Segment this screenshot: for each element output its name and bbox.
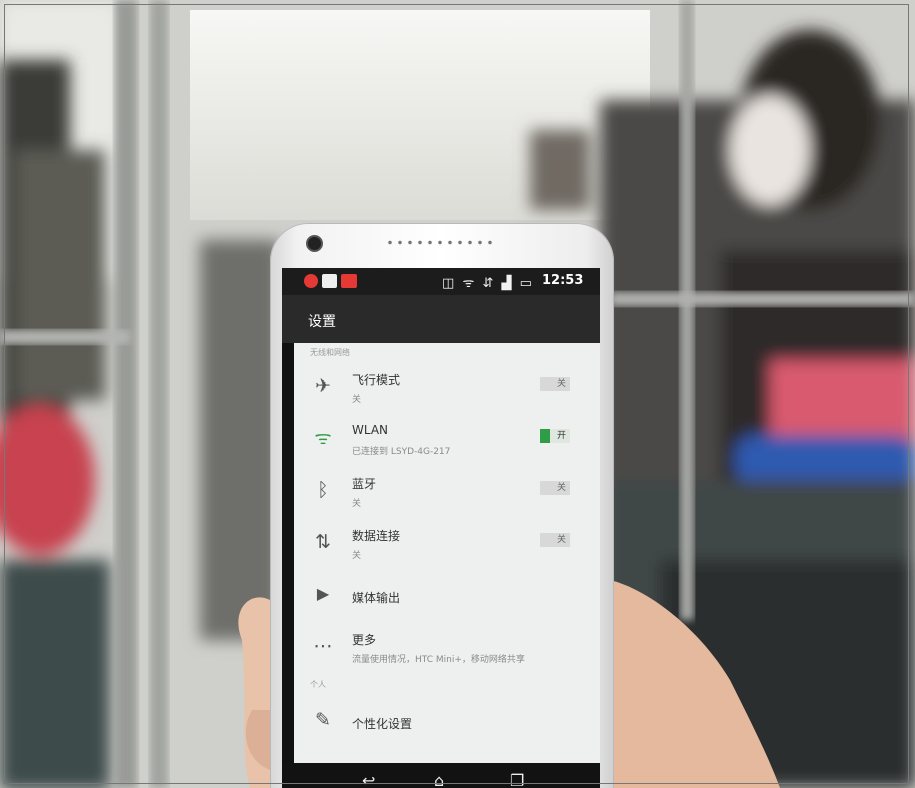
- settings-list: 无线和网络 ✈ 飞行模式 关 关 ᯤ WLAN 已连接到 LSYD-4G-217…: [294, 343, 600, 763]
- message-notification-icon: [322, 274, 337, 288]
- settings-item-media-output[interactable]: ▶ 媒体输出: [294, 571, 600, 623]
- data-transfer-icon: ⇅: [315, 531, 331, 553]
- airplane-icon: ✈: [315, 375, 331, 397]
- item-subtitle: 关: [352, 395, 362, 405]
- phone-speaker-grille: [385, 240, 495, 245]
- item-subtitle: 已连接到 LSYD-4G-217: [352, 447, 451, 457]
- item-title: 个性化设置: [352, 717, 413, 731]
- personalize-icon: ✎: [315, 709, 331, 731]
- item-title: 更多: [352, 633, 377, 647]
- item-title: WLAN: [352, 423, 389, 437]
- home-icon[interactable]: ⌂: [434, 771, 444, 788]
- settings-item-bluetooth[interactable]: ᛒ 蓝牙 关 关: [294, 467, 600, 519]
- data-icon: ⇵: [482, 276, 496, 291]
- news-notification-icon: [341, 274, 357, 288]
- wlan-toggle[interactable]: 开: [540, 429, 570, 443]
- back-icon[interactable]: ↩: [362, 771, 375, 788]
- settings-item-more[interactable]: ⋯ 更多 流量使用情况，HTC Mini+，移动网络共享: [294, 623, 600, 675]
- item-subtitle: 关: [352, 551, 362, 561]
- item-title: 飞行模式: [352, 373, 401, 387]
- phone-screen: ◫ ᯤ ⇵ ▟ ▭ 12:53 设置 无线和网络 ✈ 飞行模式 关 关 ᯤ WL…: [282, 268, 600, 788]
- item-title: 数据连接: [352, 529, 401, 543]
- more-icon: ⋯: [313, 635, 333, 657]
- status-bar: ◫ ᯤ ⇵ ▟ ▭ 12:53: [282, 268, 600, 295]
- settings-item-personalize[interactable]: ✎ 个性化设置: [294, 697, 600, 749]
- navigation-bar: ↩ ⌂ ❐: [282, 763, 600, 788]
- settings-title-bar: 设置: [282, 295, 600, 343]
- photo-scene: ◫ ᯤ ⇵ ▟ ▭ 12:53 设置 无线和网络 ✈ 飞行模式 关 关 ᯤ WL…: [0, 0, 915, 788]
- settings-item-wlan[interactable]: ᯤ WLAN 已连接到 LSYD-4G-217 开: [294, 415, 600, 467]
- status-time: 12:53: [542, 273, 584, 288]
- vibrate-icon: ◫: [442, 276, 457, 291]
- airplane-mode-toggle[interactable]: 关: [540, 377, 570, 391]
- item-title: 蓝牙: [352, 477, 377, 491]
- front-camera: [306, 235, 323, 252]
- bluetooth-icon: ᛒ: [317, 479, 329, 501]
- recent-apps-icon[interactable]: ❐: [510, 771, 524, 788]
- wifi-icon: ᯤ: [462, 276, 477, 291]
- phone-device: ◫ ᯤ ⇵ ▟ ▭ 12:53 设置 无线和网络 ✈ 飞行模式 关 关 ᯤ WL…: [270, 223, 614, 788]
- settings-item-airplane-mode[interactable]: ✈ 飞行模式 关 关: [294, 363, 600, 415]
- section-header-personal: 个人: [310, 680, 326, 689]
- bluetooth-toggle[interactable]: 关: [540, 481, 570, 495]
- page-title: 设置: [308, 314, 336, 330]
- signal-icon: ▟: [501, 276, 514, 291]
- status-icons: ◫ ᯤ ⇵ ▟ ▭: [442, 273, 534, 291]
- item-title: 媒体输出: [352, 591, 401, 605]
- battery-icon: ▭: [519, 276, 534, 291]
- notification-app-icon: [304, 274, 318, 288]
- wifi-icon: ᯤ: [314, 427, 332, 449]
- mobile-data-toggle[interactable]: 关: [540, 533, 570, 547]
- item-subtitle: 关: [352, 499, 362, 509]
- section-header-wireless: 无线和网络: [310, 348, 350, 357]
- item-subtitle: 流量使用情况，HTC Mini+，移动网络共享: [352, 655, 525, 665]
- settings-item-mobile-data[interactable]: ⇅ 数据连接 关 关: [294, 519, 600, 571]
- media-output-icon: ▶: [316, 584, 330, 603]
